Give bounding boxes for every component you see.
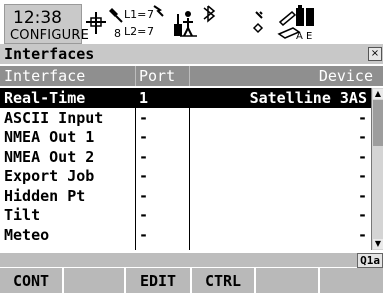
mode-label: CONFIGURE: [10, 28, 89, 43]
interface-device: -: [357, 186, 367, 205]
radio-icon: [174, 14, 182, 36]
l1-label: L1=: [124, 8, 146, 21]
status-icons: 8 L1= 7 L2= 7 A E: [86, 5, 314, 42]
scroll-up-icon[interactable]: ▲: [373, 89, 383, 99]
interface-name: Meteo: [4, 225, 50, 244]
column-divider: [135, 66, 136, 86]
scroll-down-icon[interactable]: ▼: [373, 239, 383, 249]
table-row[interactable]: Real-Time 1 Satelline 3AS: [0, 88, 371, 108]
page-title: Interfaces: [4, 45, 95, 63]
time-mode-box: 12:38 CONFIGURE: [4, 4, 89, 44]
f2-button[interactable]: [64, 268, 126, 293]
column-divider: [189, 108, 190, 250]
position-crosshair-icon: [86, 12, 106, 34]
clock-time: 12:38: [13, 8, 62, 28]
battery-icon: [296, 5, 304, 26]
interface-port: -: [139, 206, 149, 224]
table-row[interactable]: ASCII Input - -: [0, 108, 371, 128]
interface-name: NMEA Out 1: [4, 128, 95, 146]
ctrl-button[interactable]: CTRL: [192, 268, 256, 293]
battery-label-e: E: [306, 31, 312, 42]
interface-port: -: [139, 147, 149, 166]
f6-button[interactable]: [320, 268, 383, 293]
interface-device: Satelline 3AS: [249, 89, 367, 107]
table-row[interactable]: NMEA Out 1 - -: [0, 127, 371, 147]
interface-device: -: [357, 147, 367, 166]
column-header-port: Port: [139, 67, 176, 85]
table-row[interactable]: Export Job - -: [0, 166, 371, 186]
window-titlebar: Interfaces ×: [0, 44, 383, 64]
interface-device: -: [357, 108, 367, 127]
table-header: Interface Port Device: [0, 66, 383, 86]
function-key-bar: CONT EDIT CTRL: [0, 268, 383, 293]
interface-table: Real-Time 1 Satelline 3AS ASCII Input - …: [0, 88, 371, 244]
card-icon: [306, 8, 314, 26]
table-row[interactable]: Tilt - -: [0, 205, 371, 225]
connection-icon: [252, 11, 264, 34]
interface-port: -: [139, 108, 149, 127]
satellite-icon: [109, 8, 123, 23]
page-indicator: Q1a: [357, 253, 383, 268]
column-header-interface: Interface: [4, 67, 86, 85]
interface-port: -: [139, 225, 149, 244]
sat-count: 8: [114, 27, 121, 40]
interface-name: Real-Time: [4, 89, 86, 107]
column-divider: [189, 66, 190, 86]
column-header-device: Device: [318, 67, 373, 85]
cont-button[interactable]: CONT: [0, 268, 64, 293]
f5-button[interactable]: [256, 268, 320, 293]
interface-name: Export Job: [4, 167, 95, 185]
battery-label-a: A: [296, 31, 303, 42]
table-row[interactable]: Hidden Pt - -: [0, 186, 371, 206]
page-bar: Q1a: [0, 253, 383, 268]
interface-port: -: [139, 186, 149, 205]
interface-port: 1: [139, 89, 149, 107]
scrollbar-thumb[interactable]: [373, 100, 383, 146]
l2-count: 7: [147, 25, 154, 38]
interface-device: -: [357, 167, 367, 185]
close-icon[interactable]: ×: [368, 47, 382, 61]
user-icon: [180, 11, 197, 37]
table-row[interactable]: NMEA Out 2 - -: [0, 147, 371, 167]
l2-label: L2=: [124, 25, 146, 38]
l1-count: 7: [147, 8, 154, 21]
table-row[interactable]: Meteo - -: [0, 225, 371, 245]
interface-port: -: [139, 128, 149, 146]
status-bar: 12:38 CONFIGURE 8 L1= 7 L2= 7 A E: [0, 0, 383, 44]
interface-device: -: [357, 128, 367, 146]
interface-name: Hidden Pt: [4, 186, 86, 205]
vertical-scrollbar[interactable]: ▲ ▼: [371, 88, 383, 250]
interface-name: NMEA Out 2: [4, 147, 95, 166]
interface-device: -: [357, 206, 367, 224]
column-divider: [135, 108, 136, 250]
bluetooth-icon: [203, 5, 216, 23]
interface-port: -: [139, 167, 149, 185]
interface-device: -: [357, 225, 367, 244]
interface-name: Tilt: [4, 206, 41, 224]
interface-name: ASCII Input: [4, 108, 104, 127]
edit-button[interactable]: EDIT: [126, 268, 192, 293]
signal-icon: [153, 5, 164, 17]
